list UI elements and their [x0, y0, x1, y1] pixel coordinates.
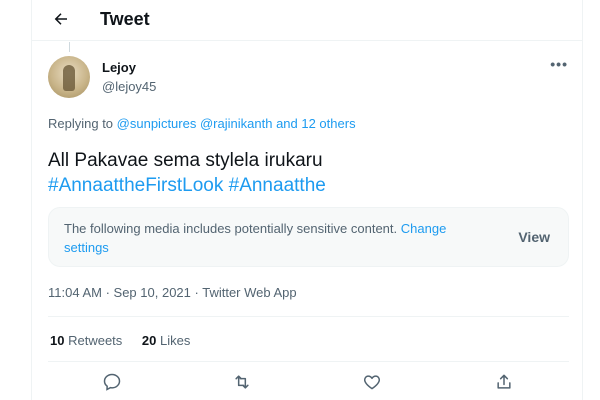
hashtag-link[interactable]: #AnnaattheFirstLook [48, 175, 223, 196]
timestamp: 11:04 AM · Sep 10, 2021 · Twitter Web Ap… [48, 285, 297, 300]
view-button[interactable]: View [518, 229, 550, 245]
action-bar [32, 372, 582, 400]
tweet-time[interactable]: 11:04 AM [48, 285, 102, 300]
tweet-source[interactable]: Twitter Web App [202, 285, 296, 300]
likes-label: Likes [160, 333, 191, 348]
retweets-count: 10 [50, 333, 65, 348]
retweets-label: Retweets [68, 333, 123, 348]
hashtag-link[interactable]: #Annaatthe [229, 175, 326, 196]
others-link[interactable]: and 12 others [276, 116, 356, 131]
like-icon[interactable] [362, 372, 386, 396]
warning-text: The following media includes potentially… [64, 219, 484, 257]
tweet-date[interactable]: Sep 10, 2021 [114, 285, 191, 300]
likes-count: 20 [141, 333, 157, 348]
mention-link[interactable]: @sunpictures [117, 116, 197, 131]
author-name[interactable]: Lejoy [102, 60, 136, 75]
sensitive-media-warning: The following media includes potentially… [48, 207, 569, 267]
thread-line [69, 42, 70, 52]
divider [48, 316, 569, 317]
warning-message: The following media includes potentially… [64, 221, 398, 236]
tweet-text: All Pakavae sema stylela irukaru #Annaat… [48, 148, 326, 198]
tweet-body: All Pakavae sema stylela irukaru [48, 150, 323, 171]
avatar[interactable] [48, 56, 90, 98]
tweet-column: Tweet Lejoy @lejoy45 ••• Replying to @su… [31, 0, 583, 400]
author-handle[interactable]: @lejoy45 [102, 79, 156, 94]
retweet-icon[interactable] [232, 372, 256, 396]
page-title: Tweet [100, 9, 150, 29]
header: Tweet [32, 0, 582, 41]
likes-stat[interactable]: 20 Likes [142, 333, 190, 348]
replying-to: Replying to @sunpictures @rajinikanth an… [48, 116, 356, 131]
mention-link[interactable]: @rajinikanth [200, 116, 272, 131]
more-icon[interactable]: ••• [550, 56, 568, 72]
replying-prefix: Replying to [48, 116, 114, 131]
back-arrow-icon[interactable] [50, 8, 72, 30]
divider [48, 361, 569, 362]
retweets-stat[interactable]: 10 Retweets [50, 333, 122, 348]
share-icon[interactable] [494, 372, 518, 396]
tweet-stats: 10 Retweets 20 Likes [50, 333, 206, 348]
reply-icon[interactable] [102, 372, 126, 396]
